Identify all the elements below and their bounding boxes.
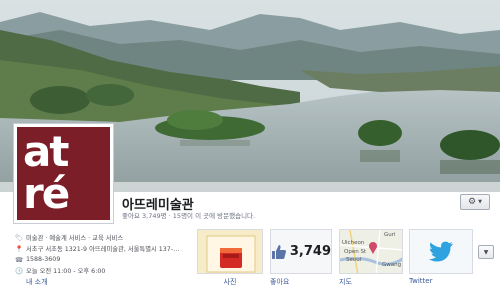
likes-count: 3,749 (289, 244, 331, 259)
likes-label[interactable]: 좋아요 (270, 277, 300, 287)
likes-tile[interactable]: 3,749 (270, 229, 332, 274)
logo-text-line1: at (23, 127, 69, 176)
map-place-seoul: Seoul (346, 257, 362, 263)
map-label[interactable]: 지도 (339, 277, 369, 287)
hours-text: 오늘 오전 11:00 - 오후 6:00 (26, 268, 106, 275)
map-place-guri: Guri (384, 232, 396, 238)
address-text: 서초구 서초동 1321-9 아뜨레미술관, 서울특별시 137-… (26, 246, 180, 253)
map-place-uicheon: Uicheon (342, 240, 365, 246)
photos-label[interactable]: 사진 (197, 277, 263, 287)
map-tile[interactable]: Guri Uicheon Open St Seoul Gwang (339, 229, 403, 274)
clock-icon: 🕓 (14, 266, 24, 275)
chevron-down-icon: ▼ (478, 199, 482, 205)
map-pin-icon: 📍 (14, 244, 24, 253)
address-row: 📍 서초구 서초동 1321-9 아뜨레미술관, 서울특별시 137-… (14, 243, 192, 254)
logo-text-line2: ré (23, 169, 70, 218)
about-link[interactable]: 내 소개 (26, 277, 48, 287)
photos-tile[interactable] (197, 229, 263, 274)
tag-icon: 🏷 (14, 233, 24, 242)
chevron-down-icon: ▼ (483, 248, 489, 256)
thumbs-up-icon (271, 244, 287, 259)
phone-row: ☎ 1588-3609 (14, 254, 192, 265)
twitter-bird-icon (428, 241, 453, 261)
phone-icon: ☎ (14, 255, 24, 264)
hours-row: 🕓 오늘 오전 11:00 - 오후 6:00 (14, 265, 192, 276)
map-place-gwang: Gwang (382, 262, 402, 268)
category-row: 🏷 미술관 · 예술계 서비스 · 교육 서비스 (14, 232, 192, 243)
more-tabs-button[interactable]: ▼ (478, 245, 494, 259)
page-stats: 좋아요 3,749명 · 15명이 이 곳에 방문했습니다. (122, 212, 256, 220)
atre-logo: at ré (17, 127, 110, 220)
page-info: 🏷 미술관 · 예술계 서비스 · 교육 서비스 📍 서초구 서초동 1321-… (14, 232, 192, 276)
twitter-label[interactable]: Twitter (409, 277, 449, 285)
settings-button[interactable]: ⚙ ▼ (460, 194, 490, 210)
map-place-openst: Open St (344, 249, 367, 255)
phone-text: 1588-3609 (26, 256, 61, 263)
photos-thumbnail (198, 230, 262, 273)
category-text[interactable]: 미술관 · 예술계 서비스 · 교육 서비스 (26, 233, 123, 242)
gear-icon: ⚙ (468, 197, 477, 207)
twitter-tile[interactable] (409, 229, 473, 274)
profile-picture[interactable]: at ré (13, 123, 114, 224)
